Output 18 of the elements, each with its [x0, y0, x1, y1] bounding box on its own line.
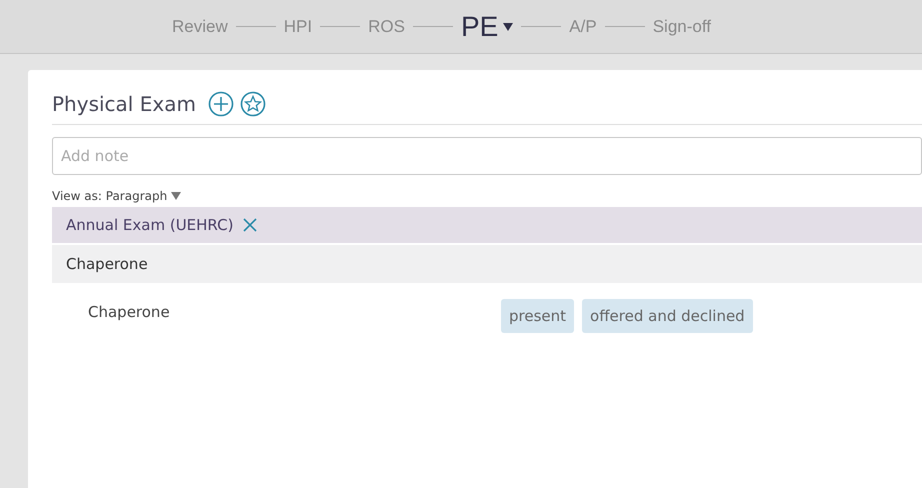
step-tab[interactable]: HPI — [284, 16, 312, 36]
close-icon[interactable] — [243, 218, 258, 232]
step-tab[interactable]: Sign-off — [652, 16, 711, 36]
row-label: Chaperone — [88, 302, 171, 323]
caret-icon — [503, 22, 514, 30]
step-tab[interactable]: ROS — [368, 16, 405, 36]
option-chip[interactable]: offered and declined — [582, 299, 753, 333]
step-tab[interactable]: PE — [460, 10, 514, 42]
step-tab[interactable]: Review — [172, 16, 228, 36]
option-chip[interactable]: present — [501, 299, 574, 333]
group-title: Chaperone — [66, 255, 148, 273]
step-tab[interactable]: A/P — [569, 16, 597, 36]
add-icon[interactable] — [208, 91, 234, 117]
note-field[interactable]: Add note — [52, 137, 922, 175]
section-title: Physical Exam — [52, 92, 196, 116]
template-name: Annual Exam (UEHRC) — [66, 216, 234, 234]
caret-icon[interactable] — [171, 192, 182, 200]
view-as-label[interactable]: View as: Paragraph — [52, 189, 168, 203]
